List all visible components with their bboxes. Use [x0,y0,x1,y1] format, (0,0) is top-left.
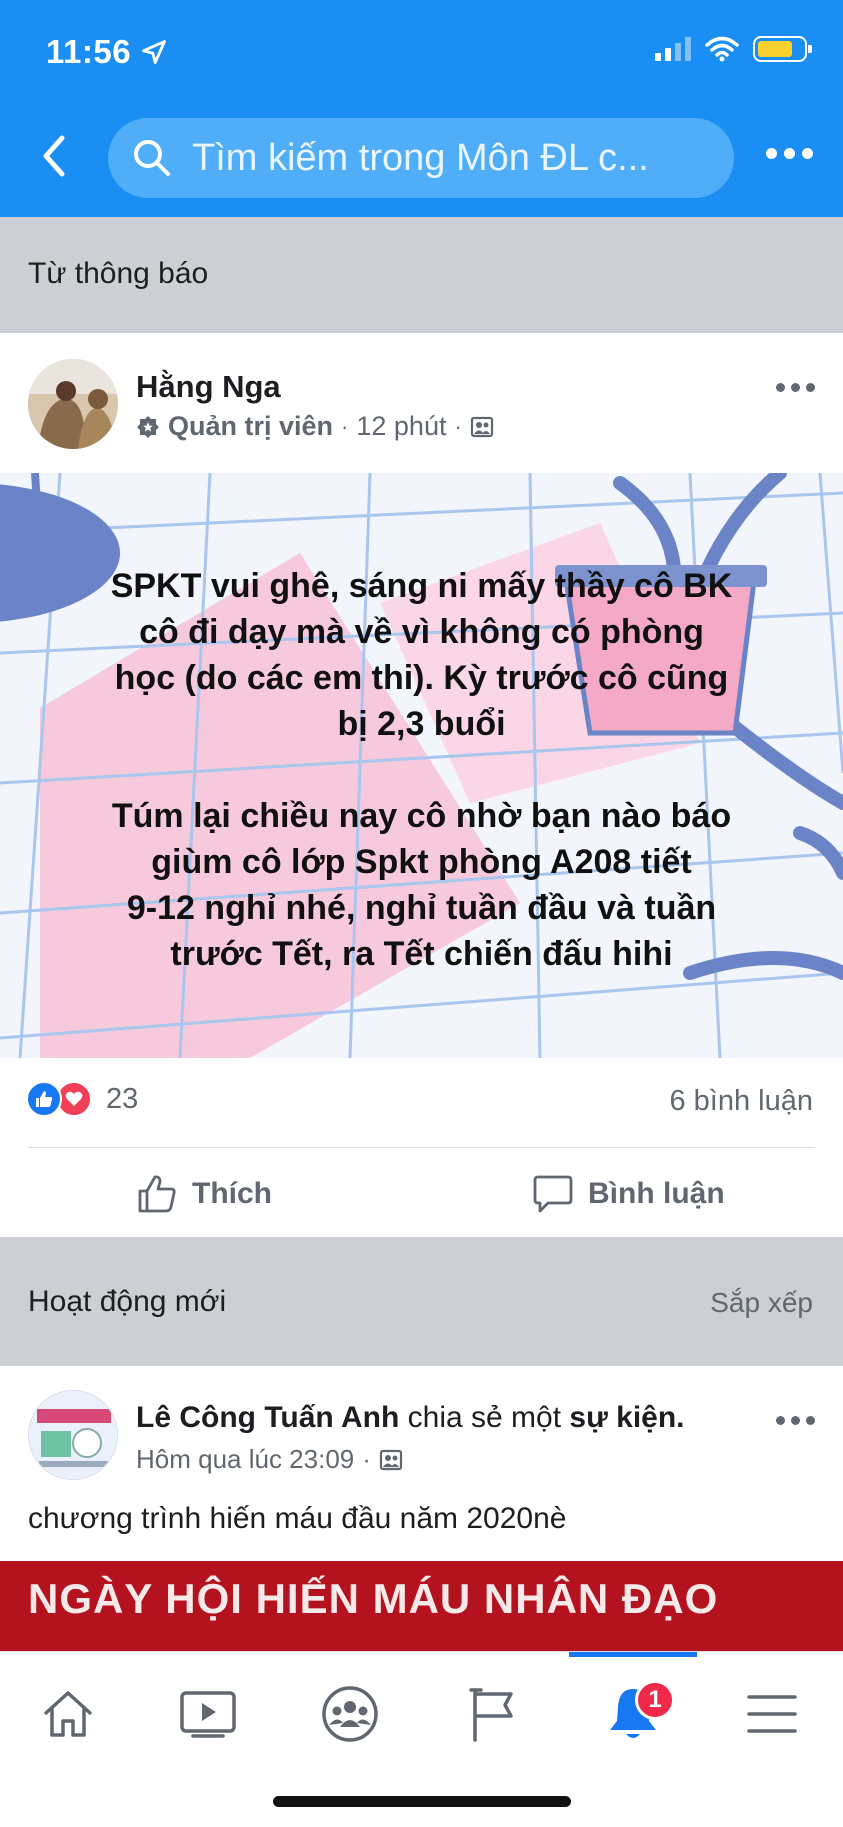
announcement-post: Hằng Nga Quản trị viên · 12 phút · SPKT … [0,333,843,1237]
post-text-line: trước Tết, ra Tết chiến đấu hihi [170,935,673,973]
activity-action: chia sẻ một [407,1401,562,1434]
comment-bubble-icon [533,1175,573,1213]
group-members-privacy-icon [470,416,493,437]
cellular-signal-icon [655,37,691,61]
comment-button[interactable]: Bình luận [532,1173,725,1215]
thumbs-up-icon [138,1175,176,1213]
post-meta: Quản trị viên · 12 phút · [136,411,494,442]
author-avatar[interactable] [28,359,118,449]
activity-more-options-icon[interactable] [776,1416,815,1425]
app-header: 11:56 Tìm kiếm trong Môn ĐL c... [0,0,843,217]
battery-icon [753,36,812,62]
event-banner-image[interactable]: NGÀY HỘI HIẾN MÁU NHÂN ĐẠO [0,1561,843,1651]
notification-section-header: Từ thông báo [0,217,843,333]
status-indicators [655,36,812,62]
nav-home[interactable] [36,1682,100,1746]
activity-author-name[interactable]: Lê Công Tuấn Anh [136,1401,399,1434]
notification-section-title: Từ thông báo [28,257,209,290]
activity-time[interactable]: Hôm qua lúc 23:09 [136,1444,354,1475]
reactions-summary[interactable]: 23 [26,1081,138,1117]
activity-section-title: Hoạt động mới [28,1285,227,1318]
activity-event-link[interactable]: sự kiện. [569,1401,684,1434]
activity-section-header: Hoạt động mới Sắp xếp [0,1237,843,1366]
like-reaction-icon [26,1081,62,1117]
like-button[interactable]: Thích [136,1173,272,1215]
sort-button[interactable]: Sắp xếp [710,1287,813,1319]
home-indicator[interactable] [273,1796,571,1807]
post-text-line: SPKT vui ghê, sáng ni mấy thầy cô BK [110,567,733,605]
more-options-icon[interactable] [766,148,813,159]
nav-menu[interactable] [740,1682,804,1746]
like-button-label: Thích [192,1177,272,1210]
notification-badge: 1 [635,1680,675,1720]
post-text-line: học (do các em thi). Kỳ trước cô cũng [114,659,729,697]
nav-watch[interactable] [176,1682,240,1746]
reaction-count: 23 [106,1082,139,1115]
post-text-line: bị 2,3 buổi [337,705,506,743]
admin-badge-icon [137,415,159,438]
home-icon [44,1691,92,1737]
groups-icon [322,1686,378,1742]
back-arrow-icon[interactable] [38,134,72,178]
comment-count-link[interactable]: 6 bình luận [669,1085,813,1118]
post-author-name[interactable]: Hằng Nga [136,369,281,405]
post-text-line: 9-12 nghỉ nhé, nghỉ tuần đầu và tuần [126,889,717,927]
post-body-text: SPKT vui ghê, sáng ni mấy thầy cô BK cô … [40,563,803,977]
comment-button-label: Bình luận [588,1177,725,1210]
search-placeholder: Tìm kiếm trong Môn ĐL c... [192,136,649,179]
post-text-line: cô đi dạy mà về vì không có phòng [139,613,704,651]
pages-flag-icon [469,1688,513,1742]
activity-post: Lê Công Tuấn Anh chia sẻ một sự kiện. Hô… [0,1366,843,1651]
status-time: 11:56 [46,33,132,70]
wifi-icon [705,36,739,62]
group-members-privacy-icon [379,1449,403,1470]
nav-pages[interactable] [460,1682,524,1746]
post-author-role: Quản trị viên [168,411,334,441]
post-text-line: Túm lại chiều nay cô nhờ bạn nào báo [111,797,732,835]
post-more-options-icon[interactable] [776,383,815,392]
location-arrow-icon [142,40,166,64]
active-tab-indicator [569,1652,697,1657]
video-icon [180,1691,236,1738]
activity-headline: Lê Công Tuấn Anh chia sẻ một sự kiện. [136,1401,685,1435]
post-time[interactable]: 12 phút [356,411,446,442]
event-banner-text: NGÀY HỘI HIẾN MÁU NHÂN ĐẠO [28,1575,719,1622]
activity-meta: Hôm qua lúc 23:09 · [136,1444,403,1475]
search-icon [134,140,170,176]
post-text-background: SPKT vui ghê, sáng ni mấy thầy cô BK cô … [0,473,843,1058]
activity-text: chương trình hiến máu đầu năm 2020nè [28,1502,567,1535]
group-search-input[interactable]: Tìm kiếm trong Môn ĐL c... [108,118,734,198]
menu-icon [747,1695,797,1733]
nav-groups[interactable] [318,1682,382,1746]
divider [28,1147,815,1148]
activity-author-avatar[interactable] [28,1390,118,1480]
post-text-line: giùm cô lớp Spkt phòng A208 tiết [151,843,692,881]
